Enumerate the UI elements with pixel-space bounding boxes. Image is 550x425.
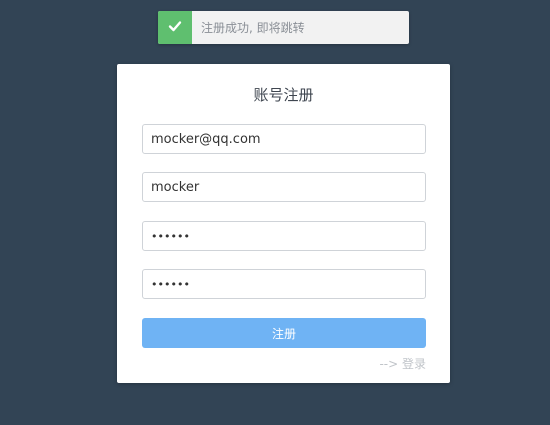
username-field[interactable] xyxy=(142,172,426,202)
email-field[interactable] xyxy=(142,124,426,154)
toast-icon-container xyxy=(158,11,192,44)
register-button[interactable]: 注册 xyxy=(142,318,426,348)
page-title: 账号注册 xyxy=(253,86,314,104)
success-toast: 注册成功, 即将跳转 xyxy=(158,11,409,44)
confirm-password-field[interactable] xyxy=(142,269,426,299)
check-icon xyxy=(168,18,182,37)
toast-message: 注册成功, 即将跳转 xyxy=(201,21,305,35)
login-link[interactable]: --> 登录 xyxy=(379,355,426,372)
password-field[interactable] xyxy=(142,221,426,251)
register-card: 账号注册 注册 --> 登录 xyxy=(117,64,450,383)
